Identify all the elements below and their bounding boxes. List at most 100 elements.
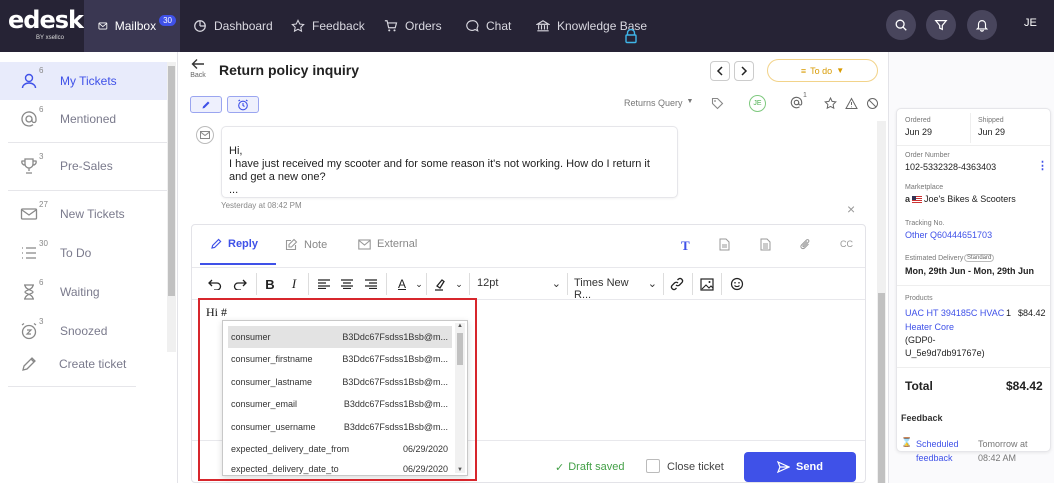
user-icon xyxy=(21,73,37,89)
edesk-logo[interactable]: edesk BY xsellco xyxy=(8,8,84,41)
font-family-select[interactable]: Times New R... ⌄ xyxy=(574,277,657,301)
sidebar-item-to-do[interactable]: 30 To Do xyxy=(0,236,167,270)
shipped-date: Jun 29 xyxy=(978,127,1006,137)
marketplace-label: Marketplace xyxy=(905,184,944,191)
feedback-time: Tomorrow at 08:42 AM xyxy=(978,437,1028,465)
nav-chat-label: Chat xyxy=(486,19,512,33)
align-center-icon[interactable] xyxy=(338,275,356,293)
product-name[interactable]: UAC HT 394185C HVAC xyxy=(905,308,1004,318)
undo-icon[interactable] xyxy=(206,275,224,293)
tab-note[interactable]: Note xyxy=(285,238,327,251)
back-label: Back xyxy=(190,72,206,79)
snoozed-label: Snoozed xyxy=(60,324,108,338)
text-color-icon[interactable]: A xyxy=(393,275,411,293)
tracking-number[interactable]: Other Q60444651703 xyxy=(905,230,992,240)
dashboard-icon xyxy=(194,20,206,32)
sidebar-item-mentioned[interactable]: 6 Mentioned xyxy=(0,102,167,136)
envelope-icon xyxy=(358,238,371,250)
star-icon[interactable] xyxy=(824,96,837,113)
product-price: $84.42 xyxy=(1018,308,1046,318)
highlighter-icon[interactable] xyxy=(432,275,450,293)
scheduled-feedback-link[interactable]: Scheduled feedback xyxy=(916,437,959,465)
tab-external[interactable]: External xyxy=(358,238,417,250)
nav-chat[interactable]: Chat xyxy=(465,0,511,52)
product-name[interactable]: Heater Core xyxy=(905,322,954,332)
chevron-down-icon[interactable]: ⌄ xyxy=(450,275,468,293)
document-icon[interactable] xyxy=(760,238,771,254)
mention-button[interactable]: 1 xyxy=(790,92,807,112)
to-do-label: To Do xyxy=(60,246,92,260)
next-ticket-button[interactable] xyxy=(734,61,754,81)
assignee-avatar[interactable]: JE xyxy=(749,95,766,112)
message-timestamp: Yesterday at 08:42 PM xyxy=(221,201,302,210)
sidebar-scrollbar[interactable] xyxy=(167,62,176,352)
customer-message: Hi, I have just received my scooter and … xyxy=(221,126,678,198)
sidebar-item-my-tickets[interactable]: 6 My Tickets xyxy=(0,62,167,100)
sidebar-item-create-ticket[interactable]: Create ticket xyxy=(0,349,167,379)
back-button[interactable]: Back xyxy=(189,58,207,79)
align-right-icon[interactable] xyxy=(362,275,380,293)
ordered-date: Jun 29 xyxy=(905,127,933,137)
hourglass-icon: ⌛ xyxy=(901,437,913,447)
paperclip-icon[interactable] xyxy=(799,238,811,254)
bold-icon[interactable]: B xyxy=(261,275,279,293)
nav-feedback-label: Feedback xyxy=(312,19,365,33)
font-family-value: Times New R... xyxy=(574,277,629,301)
text-format-icon[interactable]: T xyxy=(681,238,690,254)
italic-icon[interactable]: I xyxy=(285,275,303,293)
filter-button[interactable] xyxy=(926,10,956,40)
nav-orders-label: Orders xyxy=(405,19,442,33)
sidebar-item-waiting[interactable]: 6 Waiting xyxy=(0,275,167,309)
tag-icon[interactable] xyxy=(711,97,724,113)
snooze-button[interactable] xyxy=(227,96,259,113)
message-line: I have just received my scooter and for … xyxy=(229,158,650,183)
sidebar-item-new-tickets[interactable]: 27 New Tickets xyxy=(0,197,167,231)
marketplace: a Joe's Bikes & Scooters xyxy=(905,194,1016,204)
align-left-icon[interactable] xyxy=(315,275,333,293)
mentioned-label: Mentioned xyxy=(60,112,117,126)
tab-reply[interactable]: Reply xyxy=(210,238,258,250)
nav-dashboard[interactable]: Dashboard xyxy=(193,0,273,52)
nav-mailbox-label: Mailbox xyxy=(114,19,157,33)
nav-knowledge-base[interactable]: Knowledge Base xyxy=(536,0,647,52)
emoji-icon[interactable] xyxy=(728,275,746,293)
search-button[interactable] xyxy=(886,10,916,40)
pre-sales-count: 3 xyxy=(39,152,44,161)
previous-ticket-button[interactable] xyxy=(710,61,730,81)
sidebar-item-pre-sales[interactable]: 3 Pre-Sales xyxy=(0,149,167,183)
query-type-dropdown[interactable]: Returns Query ▼ xyxy=(624,98,693,108)
send-button[interactable]: Send xyxy=(744,452,856,482)
more-options-icon[interactable]: ⋮ xyxy=(1037,159,1048,172)
close-reply-icon[interactable]: × xyxy=(847,202,855,216)
font-size-select[interactable]: 12pt ⌄ xyxy=(477,277,561,290)
chevron-down-icon: ⌄ xyxy=(551,278,561,290)
nav-feedback[interactable]: Feedback xyxy=(291,0,365,52)
edit-button[interactable] xyxy=(190,96,222,113)
conversation-scrollbar[interactable] xyxy=(877,121,886,483)
brand-sub: BY xsellco xyxy=(36,35,64,41)
star-icon xyxy=(291,19,305,33)
user-avatar[interactable]: JE xyxy=(1024,17,1037,29)
my-tickets-label: My Tickets xyxy=(60,74,117,88)
nav-orders[interactable]: Orders xyxy=(384,0,442,52)
redo-icon[interactable] xyxy=(231,275,249,293)
sidebar-item-snoozed[interactable]: 3 Snoozed xyxy=(0,314,167,348)
template-icon[interactable] xyxy=(719,238,730,254)
block-icon[interactable] xyxy=(866,97,879,113)
delivery-label: Estimated Delivery xyxy=(905,255,964,262)
link-icon[interactable] xyxy=(668,275,686,293)
bank-icon xyxy=(536,20,550,32)
draft-status-label: Draft saved xyxy=(568,461,625,473)
envelope-icon xyxy=(20,208,38,220)
notifications-button[interactable] xyxy=(967,10,997,40)
nav-mailbox[interactable]: Mailbox 30 xyxy=(84,0,180,52)
message-line: ... xyxy=(229,184,239,196)
cc-button[interactable]: CC xyxy=(840,239,853,249)
pencil-icon xyxy=(22,357,36,371)
feedback-heading: Feedback xyxy=(901,413,943,423)
cart-icon xyxy=(384,20,398,32)
image-icon[interactable] xyxy=(698,275,716,293)
warning-icon[interactable] xyxy=(845,97,858,113)
close-ticket-checkbox[interactable] xyxy=(646,459,660,473)
status-dropdown[interactable]: ≡ To do ▼ xyxy=(767,59,878,82)
